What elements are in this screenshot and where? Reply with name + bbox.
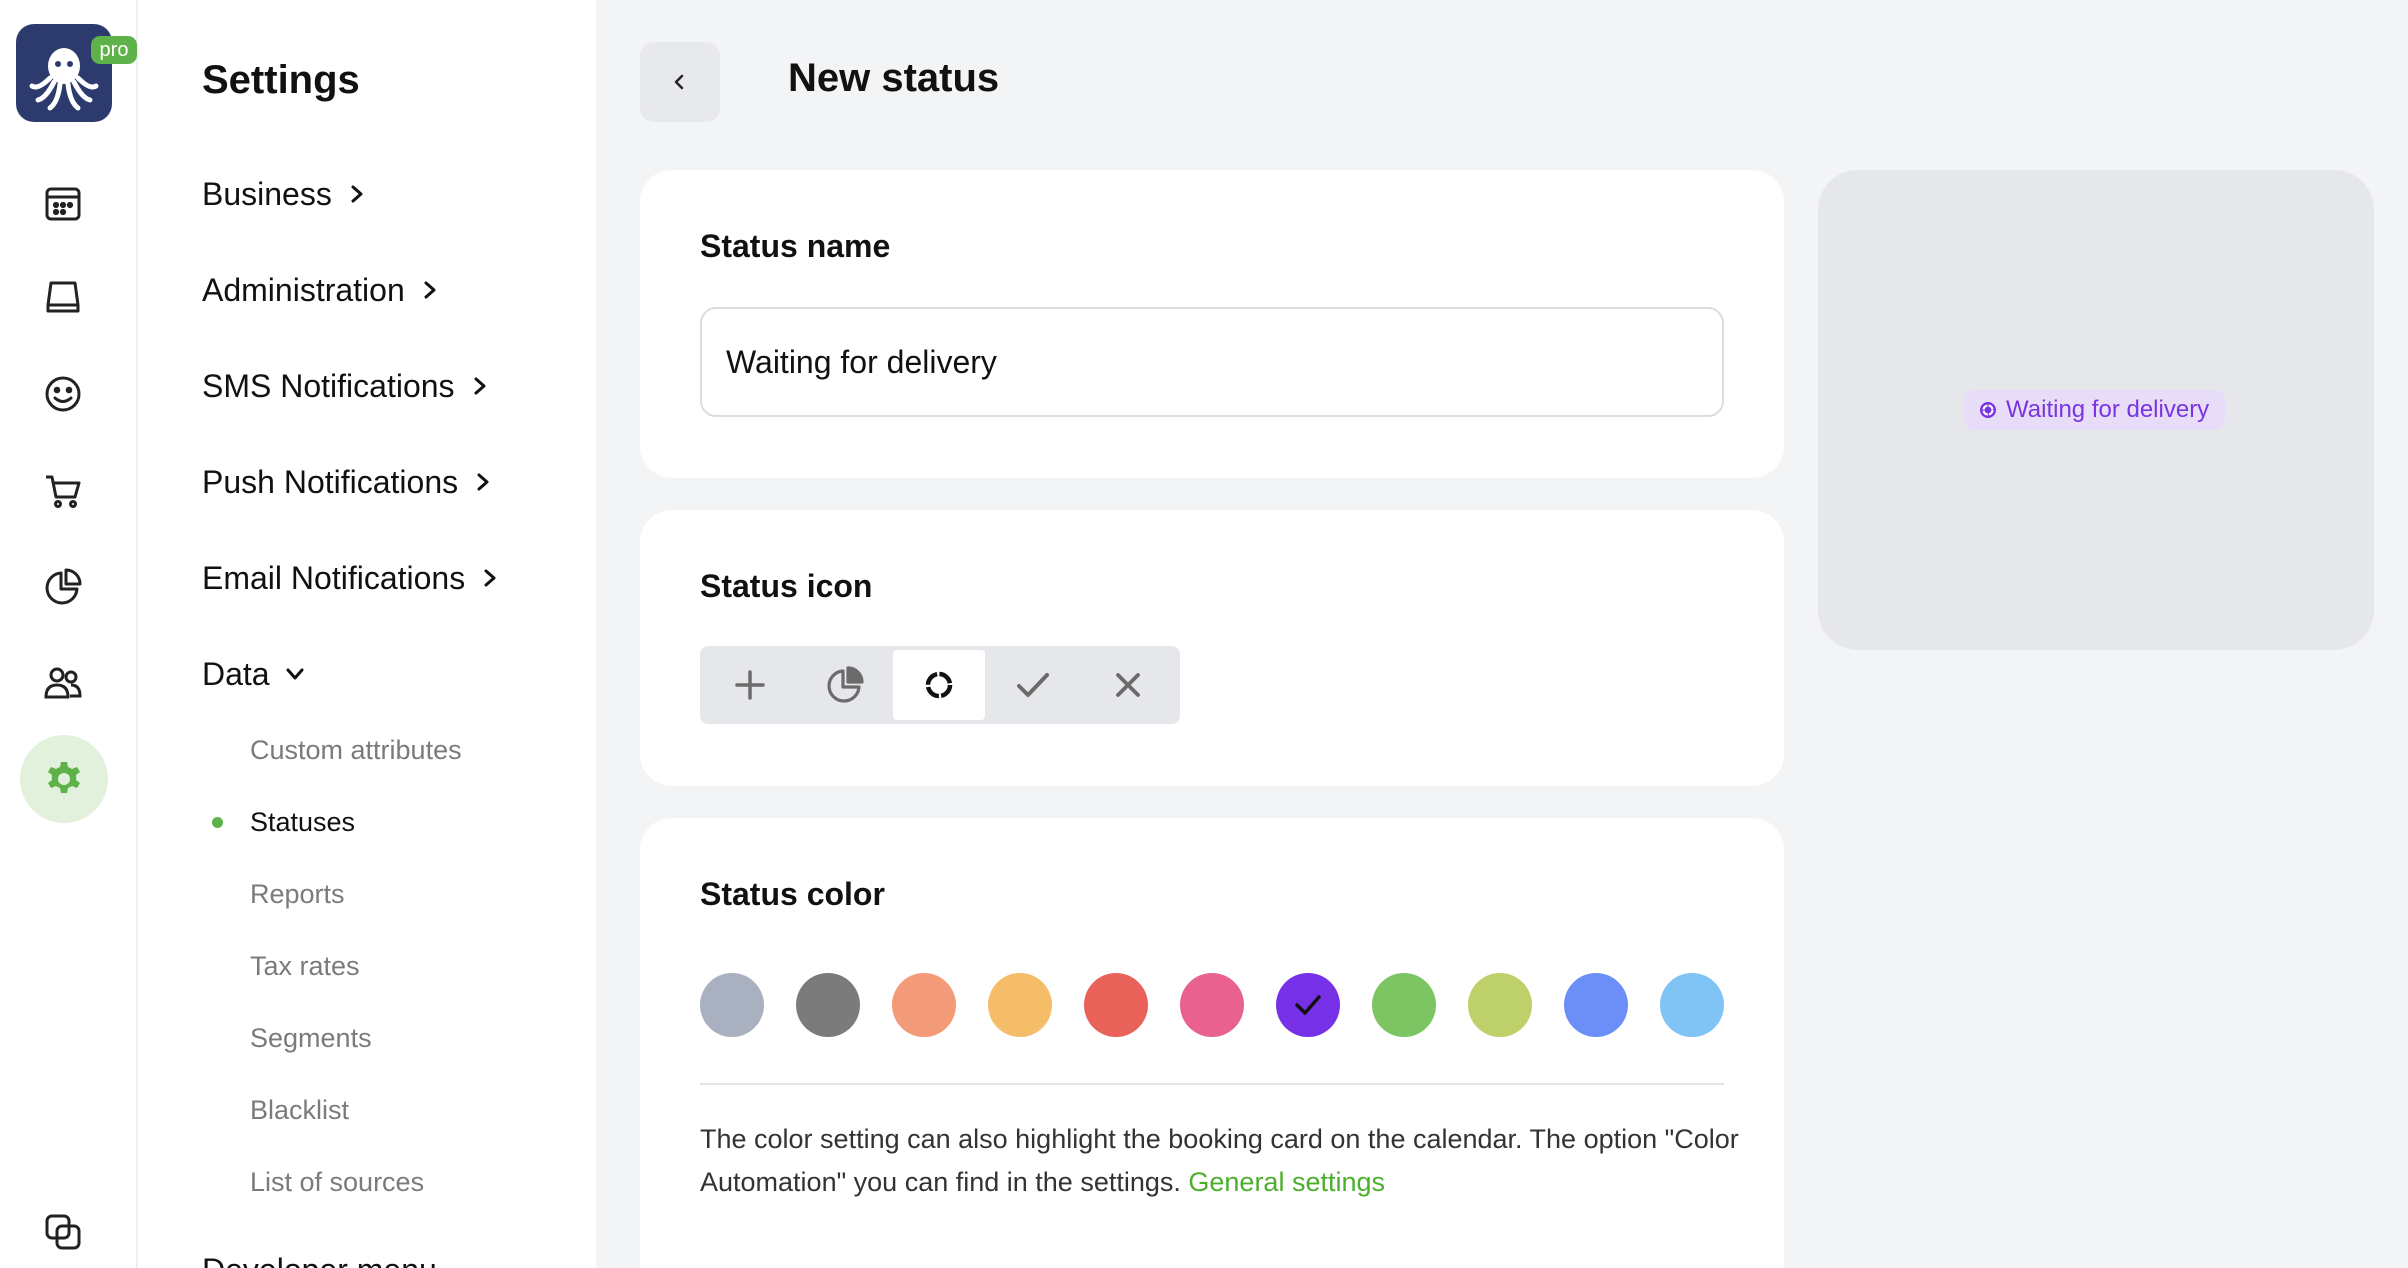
icon-option-progress-ring[interactable] <box>892 650 986 720</box>
status-preview-panel: Waiting for delivery <box>1818 170 2374 650</box>
general-settings-link[interactable]: General settings <box>1188 1167 1385 1197</box>
color-swatch-7[interactable] <box>1276 973 1340 1037</box>
page-title: New status <box>788 56 1000 100</box>
users-icon[interactable] <box>38 658 88 708</box>
menu-item-sms-notifications[interactable]: SMS Notifications <box>202 362 491 410</box>
status-preview-text: Waiting for delivery <box>2006 396 2210 423</box>
menu-item-business[interactable]: Business <box>202 170 368 218</box>
app-rail: pro <box>0 0 137 1268</box>
submenu-item-custom-attributes[interactable]: Custom attributes <box>250 730 462 770</box>
menu-item-label: Push Notifications <box>202 463 459 500</box>
check-icon <box>1017 673 1050 697</box>
inbox-icon[interactable] <box>38 272 88 322</box>
submenu-item-list-of-sources[interactable]: List of sources <box>250 1162 424 1202</box>
color-swatch-4[interactable] <box>988 973 1052 1037</box>
menu-item-administration[interactable]: Administration <box>202 266 441 314</box>
smiley-icon[interactable] <box>38 369 88 419</box>
settings-nav-button[interactable] <box>20 735 108 823</box>
submenu-item-statuses[interactable]: Statuses <box>212 802 356 842</box>
chevron-down-icon <box>286 668 304 680</box>
menu-item-label: SMS Notifications <box>202 367 455 404</box>
calendar-icon[interactable] <box>38 178 88 228</box>
menu-item-label: Email Notifications <box>202 559 466 596</box>
color-swatch-6[interactable] <box>1180 973 1244 1037</box>
menu-item-label: Data <box>202 655 270 692</box>
chevron-right-icon <box>351 185 363 203</box>
color-swatch-3[interactable] <box>892 973 956 1037</box>
pie-chart-icon[interactable] <box>38 562 88 612</box>
chevron-right-icon <box>484 569 496 587</box>
chevron-right-icon <box>477 473 489 491</box>
menu-item-label: Administration <box>202 271 405 308</box>
status-icon-selector <box>700 646 1180 724</box>
icon-option-plus[interactable] <box>704 650 796 720</box>
icon-option-close[interactable] <box>1082 650 1174 720</box>
settings-menu: Settings Business Administration SMS Not… <box>138 0 596 1268</box>
submenu-item-tax-rates[interactable]: Tax rates <box>250 946 360 986</box>
status-name-card: Status name Waiting for delivery <box>640 170 1784 478</box>
status-name-title: Status name <box>700 228 891 264</box>
chevron-right-icon <box>424 281 436 299</box>
active-indicator <box>212 817 223 828</box>
submenu-item-reports[interactable]: Reports <box>250 874 345 914</box>
color-swatch-1[interactable] <box>700 973 764 1037</box>
pie-chart-icon <box>827 666 864 703</box>
menu-item-label: Business <box>202 175 332 212</box>
submenu-item-label: Statuses <box>250 807 356 837</box>
copy-icon[interactable] <box>38 1207 88 1257</box>
status-icon-card: Status icon <box>640 510 1784 786</box>
status-icon-title: Status icon <box>700 568 873 604</box>
submenu-item-segments[interactable]: Segments <box>250 1018 372 1058</box>
status-preview-badge: Waiting for delivery <box>1964 390 2226 430</box>
menu-item-data[interactable]: Data <box>202 650 306 698</box>
color-swatch-2[interactable] <box>796 973 860 1037</box>
submenu-item-blacklist[interactable]: Blacklist <box>250 1090 349 1130</box>
app-logo[interactable]: pro <box>16 24 137 122</box>
back-button[interactable] <box>640 42 720 122</box>
color-swatch-10[interactable] <box>1564 973 1628 1037</box>
color-swatch-8[interactable] <box>1372 973 1436 1037</box>
plus-icon <box>735 670 765 700</box>
color-swatch-list <box>700 973 1724 1037</box>
status-name-input[interactable]: Waiting for delivery <box>700 307 1724 417</box>
icon-option-pie-chart[interactable] <box>798 650 890 720</box>
color-setting-note: The color setting can also highlight the… <box>700 1118 1740 1204</box>
color-swatch-11[interactable] <box>1660 973 1724 1037</box>
close-icon <box>1115 673 1140 697</box>
menu-title: Settings <box>202 58 360 102</box>
progress-ring-icon <box>1980 402 1996 418</box>
menu-item-push-notifications[interactable]: Push Notifications <box>202 458 494 506</box>
menu-item-email-notifications[interactable]: Email Notifications <box>202 554 501 602</box>
progress-ring-icon <box>925 671 953 699</box>
divider <box>700 1083 1724 1085</box>
status-color-title: Status color <box>700 876 885 912</box>
color-swatch-9[interactable] <box>1468 973 1532 1037</box>
chevron-right-icon <box>474 377 486 395</box>
status-color-card: Status color The color setting can also … <box>640 818 1784 1268</box>
pro-badge: pro <box>91 36 137 64</box>
cart-icon[interactable] <box>38 466 88 516</box>
gear-icon <box>48 762 80 793</box>
color-swatch-5[interactable] <box>1084 973 1148 1037</box>
check-icon <box>1295 995 1321 1015</box>
icon-option-check[interactable] <box>987 650 1079 720</box>
menu-item-developer-menu[interactable]: Developer menu <box>202 1252 437 1268</box>
chevron-left-icon <box>674 74 684 90</box>
